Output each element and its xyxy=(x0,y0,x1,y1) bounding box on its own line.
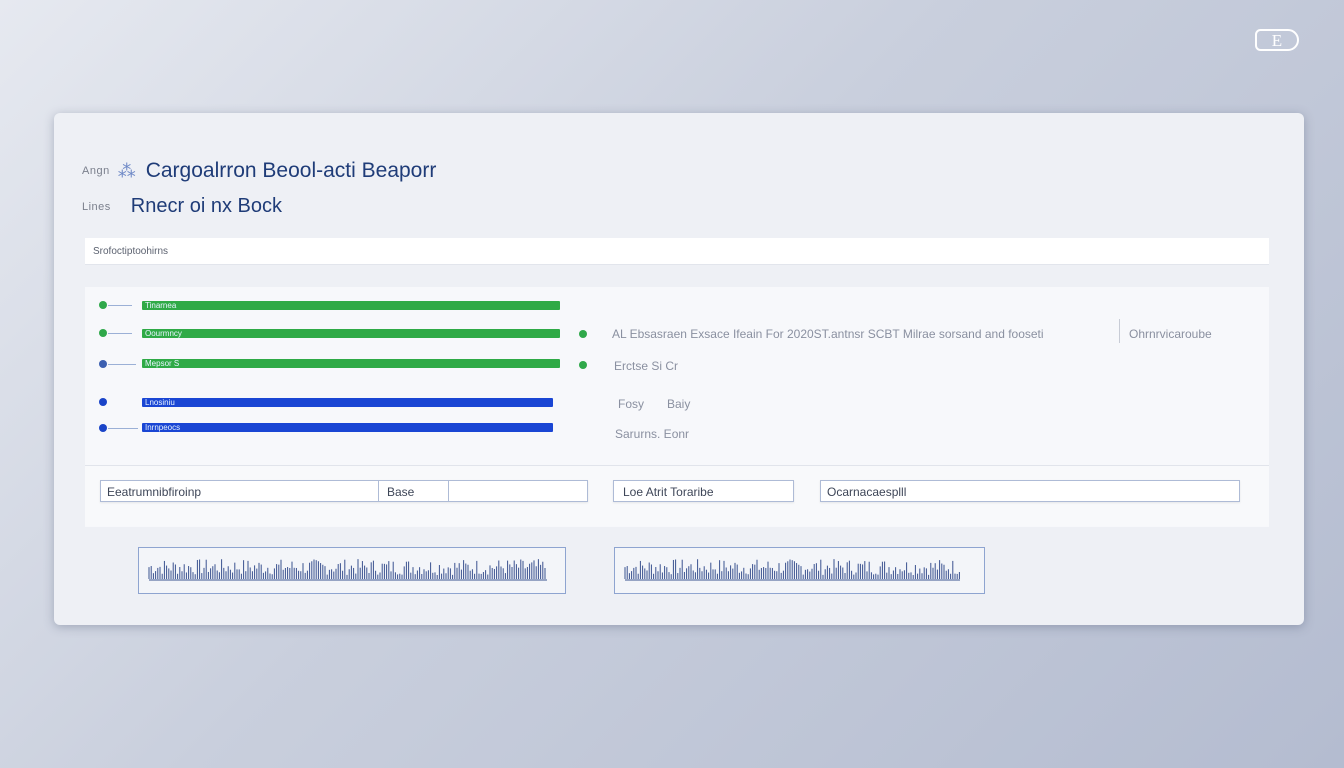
info-line-3a: Fosy xyxy=(618,397,645,411)
field-separator xyxy=(448,481,449,501)
field-separator xyxy=(378,481,379,501)
field-3[interactable]: Ocarnacaesplll xyxy=(820,480,1240,502)
main-panel: Angn ⁂ Cargoalrron Beool-acti Beaporr Li… xyxy=(54,113,1304,625)
info-line-1: AL Ebsasraen Exsace Ifeain For 2020ST.an… xyxy=(612,327,1044,341)
divider xyxy=(1119,319,1120,343)
header-small-label-1: Angn xyxy=(82,165,110,177)
corner-logo-badge[interactable]: E xyxy=(1255,29,1299,51)
bar-label-1: Tinarnea xyxy=(145,301,177,310)
progress-bar-3[interactable]: Mepsor S xyxy=(142,359,560,368)
field-1-label: Eeatrumnibfiroinp xyxy=(107,485,202,499)
info-aside: Ohrnrvicaroube xyxy=(1129,327,1212,341)
waveform-panel-2 xyxy=(614,547,985,594)
status-dot-blue xyxy=(99,360,107,368)
section-header-bar: Srofoctiptoohirns xyxy=(85,238,1269,265)
info-line-4: Sarurns. Eonr xyxy=(615,427,690,441)
field-3-label: Ocarnacaesplll xyxy=(827,485,907,499)
header-title-row: Angn ⁂ Cargoalrron Beool-acti Beaporr xyxy=(82,159,436,183)
status-dot-blue xyxy=(99,398,107,406)
form-area: Eeatrumnibfiroinp Base Loe Atrit Torarib… xyxy=(85,465,1269,526)
field-1[interactable]: Eeatrumnibfiroinp Base xyxy=(100,480,588,502)
progress-bar-2[interactable]: Oourmncy xyxy=(142,329,560,338)
progress-bar-4[interactable]: Lnosiniu xyxy=(142,398,553,407)
header-small-label-2: Lines xyxy=(82,200,111,213)
link-icon: ⁂ xyxy=(117,160,136,181)
bar-label-5: Inrnpeocs xyxy=(145,423,181,432)
field-2-label: Loe Atrit Toraribe xyxy=(623,485,714,499)
field-2[interactable]: Loe Atrit Toraribe xyxy=(613,480,794,502)
bar-label-4: Lnosiniu xyxy=(145,398,175,407)
info-line-2: Erctse Si Cr xyxy=(614,359,679,373)
waveform-1 xyxy=(148,559,547,581)
info-line-3b: Baiy xyxy=(667,397,691,411)
page-title: Cargoalrron Beool-acti Beaporr xyxy=(145,159,437,182)
connector-line xyxy=(108,305,132,306)
waveform-panel-1 xyxy=(138,547,566,594)
section-label: Srofoctiptoohirns xyxy=(93,246,169,257)
bar-label-3: Mepsor S xyxy=(145,359,180,368)
page-subtitle: Rnecr oi nx Bock xyxy=(130,195,282,217)
connector-line xyxy=(108,428,138,429)
field-1-value: Base xyxy=(387,485,415,499)
status-dot-green xyxy=(99,329,107,337)
status-dot-blue xyxy=(99,424,107,432)
status-dot-green xyxy=(579,330,587,338)
bar-label-2: Oourmncy xyxy=(145,329,182,338)
progress-bar-1[interactable]: Tinarnea xyxy=(142,301,560,310)
connector-line xyxy=(108,333,132,334)
progress-bar-5[interactable]: Inrnpeocs xyxy=(142,423,553,432)
status-dot-green xyxy=(579,361,587,369)
status-dot-green xyxy=(99,301,107,309)
waveform-2 xyxy=(624,559,960,581)
header-subtitle-row: Lines Rnecr oi nx Bock xyxy=(82,195,282,218)
connector-line xyxy=(108,364,136,365)
